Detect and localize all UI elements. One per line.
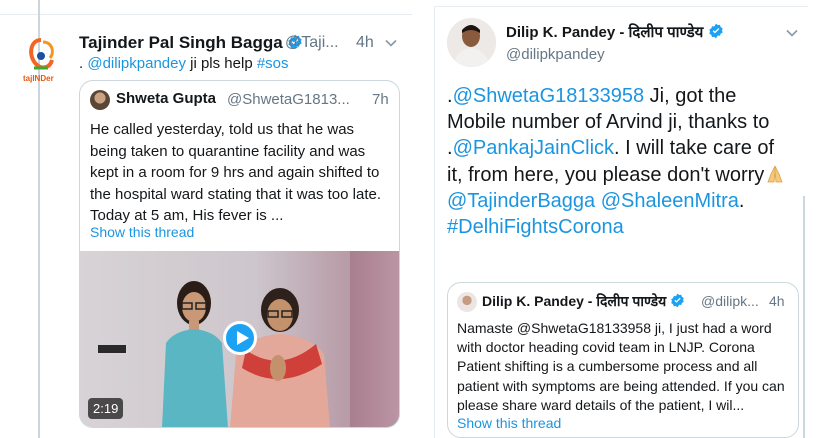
author-name-text: Tajinder Pal Singh Bagga [79, 33, 283, 52]
video-duration-badge: 2:19 [88, 398, 124, 419]
divider [434, 6, 808, 7]
chevron-down-icon[interactable] [384, 36, 398, 50]
video-background-door [350, 251, 399, 427]
tweet-text: .@ShwetaG18133958 Ji, got the Mobile num… [447, 83, 792, 240]
quoted-tweet-text: He called yesterday, told us that he was… [90, 121, 381, 225]
right-tweet-panel: Dilip K. Pandey - दिलीप पाण्डेय @dilipkp… [434, 6, 808, 438]
show-thread-link[interactable]: Show this thread [90, 224, 194, 240]
divider [0, 14, 412, 15]
chevron-down-icon[interactable] [785, 26, 799, 40]
tweet-text: . @dilipkpandey ji pls help #sos [79, 55, 289, 72]
quoted-timestamp[interactable]: 7h [372, 91, 389, 108]
author-handle[interactable]: @Taji... [285, 34, 339, 52]
video-player[interactable]: 2:19 [80, 251, 399, 427]
mention-link[interactable]: @PankajJainClick [453, 137, 614, 159]
mention-link[interactable]: @ShaleenMitra [601, 190, 739, 212]
quoted-author-name[interactable]: Shweta Gupta [116, 90, 216, 107]
play-button[interactable] [223, 321, 257, 355]
author-handle[interactable]: @dilipkpandey [506, 46, 605, 63]
avatar[interactable] [447, 18, 496, 67]
video-background-switch [96, 343, 128, 355]
left-tweet-panel: tajINDer Tajinder Pal Singh Bagga @Taji.… [0, 0, 412, 438]
mention-link[interactable]: @dilipkpandey [87, 55, 186, 72]
tajinder-logo-avatar[interactable] [22, 34, 60, 96]
text-fragment: ji pls help [185, 55, 257, 72]
verified-badge-icon [671, 293, 684, 308]
text-fragment: . [738, 189, 745, 212]
logo-wordmark: tajINDer [23, 74, 54, 83]
video-person-woman [230, 288, 330, 427]
avatar-portrait-icon [447, 18, 496, 67]
avatar[interactable] [90, 90, 110, 110]
quoted-author-name[interactable]: Dilip K. Pandey - दिलीप पाण्डेय [482, 292, 685, 311]
tweet-timestamp[interactable]: 4h [356, 34, 374, 52]
author-name[interactable]: Dilip K. Pandey - दिलीप पाण्डेय [506, 22, 724, 42]
quoted-tweet-card[interactable]: Shweta Gupta @ShwetaG1813... 7h He calle… [79, 80, 400, 428]
show-thread-link[interactable]: Show this thread [457, 415, 561, 431]
quoted-timestamp[interactable]: 4h [769, 293, 785, 309]
quoted-tweet-card[interactable]: Dilip K. Pandey - दिलीप पाण्डेय @dilipk.… [447, 282, 799, 438]
avatar[interactable] [457, 292, 477, 312]
quoted-tweet-text: Namaste @ShwetaG18133958 ji, I just had … [457, 320, 785, 413]
panel-gap [412, 0, 434, 438]
author-name[interactable]: Tajinder Pal Singh Bagga [79, 33, 303, 53]
author-name-text: Dilip K. Pandey - दिलीप पाण्डेय [506, 24, 704, 41]
quoted-author-handle[interactable]: @dilipk... [701, 293, 759, 309]
mention-link[interactable]: @TajinderBagga [447, 190, 595, 212]
quoted-author-name-text: Dilip K. Pandey - दिलीप पाण्डेय [482, 293, 667, 309]
thread-connector-line [803, 196, 805, 438]
hashtag-link[interactable]: #DelhiFightsCorona [447, 216, 624, 238]
mention-link[interactable]: @ShwetaG18133958 [453, 85, 645, 107]
hashtag-link[interactable]: #sos [257, 55, 289, 72]
verified-badge-icon [708, 23, 723, 39]
quoted-author-handle[interactable]: @ShwetaG1813... [227, 91, 350, 108]
folded-hands-emoji-icon [767, 165, 783, 183]
